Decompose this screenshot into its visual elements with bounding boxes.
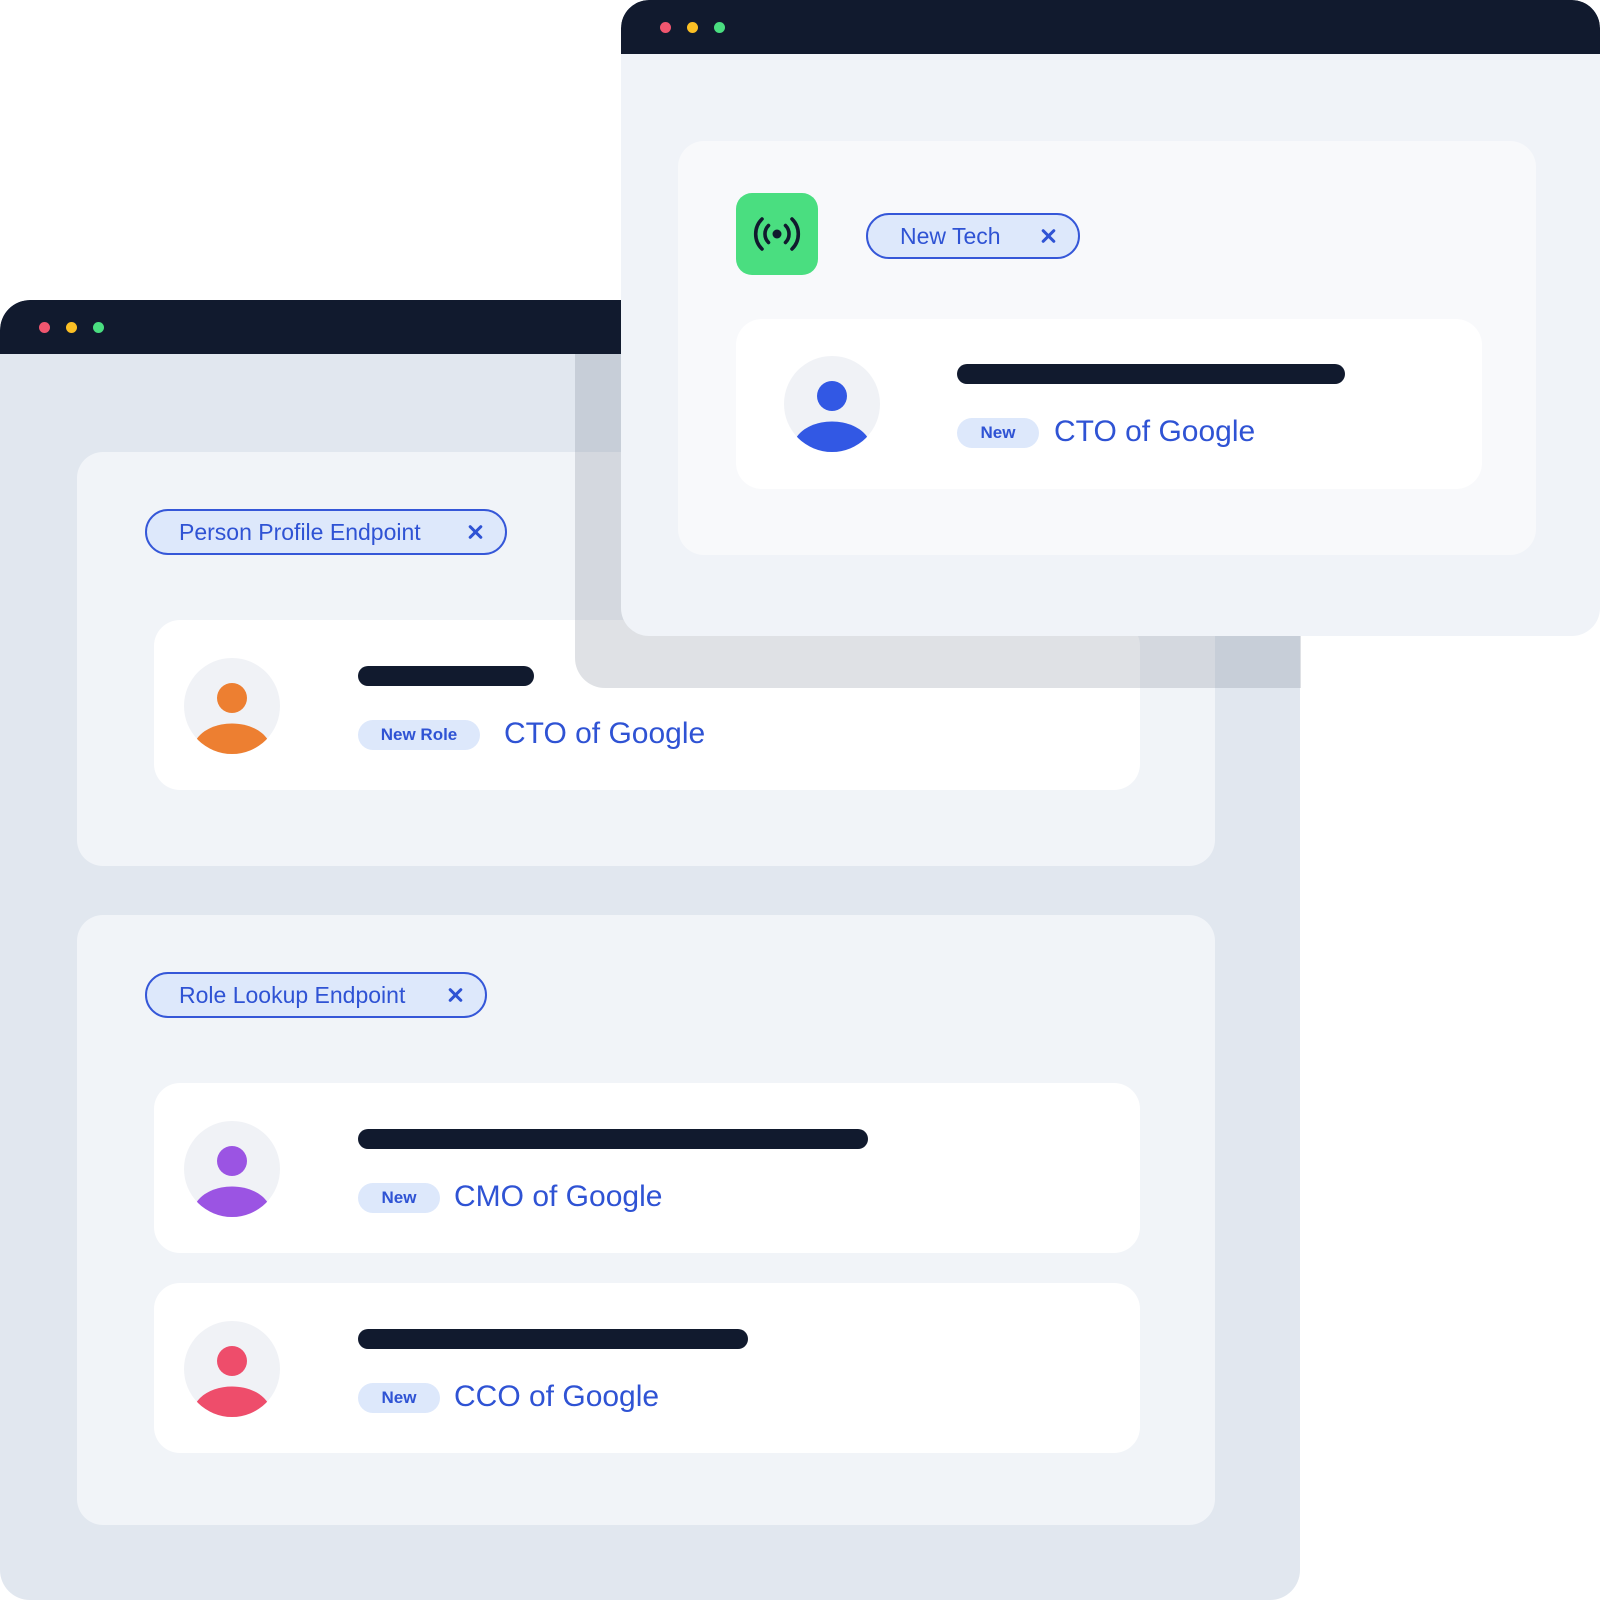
- name-placeholder-bar: [358, 1129, 868, 1149]
- role-lookup-endpoint-chip[interactable]: Role Lookup Endpoint: [145, 972, 487, 1018]
- broadcast-signal-icon[interactable]: [736, 193, 818, 275]
- chip-label: Person Profile Endpoint: [179, 518, 421, 545]
- person-icon: [796, 381, 868, 452]
- close-dot[interactable]: [660, 22, 671, 33]
- chip-label: New Tech: [900, 222, 1001, 249]
- role-title: CMO of Google: [454, 1180, 663, 1213]
- status-badge: New: [957, 418, 1039, 448]
- status-badge: New: [358, 1183, 440, 1213]
- name-placeholder-bar: [957, 364, 1345, 384]
- new-tech-panel: New Tech New CTO of Google: [678, 141, 1536, 555]
- close-icon[interactable]: [467, 524, 483, 540]
- status-badge: New: [358, 1383, 440, 1413]
- role-title: CTO of Google: [504, 717, 706, 750]
- front-window: New Tech New CTO of Google: [621, 0, 1600, 636]
- avatar: [184, 658, 280, 754]
- new-tech-chip[interactable]: New Tech: [866, 213, 1080, 259]
- avatar: [184, 1321, 280, 1417]
- titlebar: [621, 0, 1600, 54]
- avatar: [784, 356, 880, 452]
- role-card[interactable]: New CMO of Google: [154, 1083, 1140, 1253]
- close-icon[interactable]: [447, 987, 463, 1003]
- tech-card[interactable]: New CTO of Google: [736, 319, 1482, 489]
- close-dot[interactable]: [39, 322, 50, 333]
- role-title: CTO of Google: [1054, 415, 1256, 448]
- person-icon: [196, 1346, 268, 1417]
- role-lookup-panel: Role Lookup Endpoint New CMO of Google N…: [77, 915, 1215, 1525]
- role-card[interactable]: New CCO of Google: [154, 1283, 1140, 1453]
- name-placeholder-bar: [358, 1329, 748, 1349]
- person-icon: [196, 1146, 268, 1217]
- avatar: [184, 1121, 280, 1217]
- status-badge: New Role: [358, 720, 480, 750]
- maximize-dot[interactable]: [714, 22, 725, 33]
- close-icon[interactable]: [1040, 228, 1056, 244]
- person-profile-endpoint-chip[interactable]: Person Profile Endpoint: [145, 509, 507, 555]
- name-placeholder-bar: [358, 666, 534, 686]
- chip-label: Role Lookup Endpoint: [179, 981, 406, 1008]
- person-icon: [196, 683, 268, 754]
- minimize-dot[interactable]: [66, 322, 77, 333]
- maximize-dot[interactable]: [93, 322, 104, 333]
- role-title: CCO of Google: [454, 1380, 660, 1413]
- minimize-dot[interactable]: [687, 22, 698, 33]
